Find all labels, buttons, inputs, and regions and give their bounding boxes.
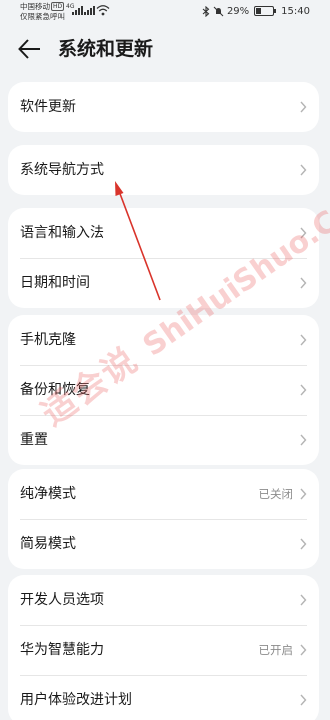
item-label: 语言和输入法 [20,225,104,241]
chevron-right-icon [300,434,307,446]
chevron-right-icon [300,384,307,396]
settings-group-4: 手机克隆 备份和恢复 重置 [8,315,319,465]
item-label: 软件更新 [20,99,76,115]
chevron-right-icon [300,277,307,289]
settings-item-phone-clone[interactable]: 手机克隆 [8,315,319,365]
item-label: 华为智慧能力 [20,642,104,658]
emergency-calls-text: 仅限紧急呼叫 [20,12,65,21]
item-status: 已关闭 [258,487,294,501]
item-status: 已开启 [258,643,294,657]
settings-item-developer-options[interactable]: 开发人员选项 [8,575,319,625]
battery-fill [256,8,261,14]
item-label: 手机克隆 [20,332,76,348]
item-label: 日期和时间 [20,275,90,291]
signal-icon-2 [84,5,95,15]
status-bar: 中国移动 HD 仅限紧急呼叫 4G 29% 15:40 [0,0,330,24]
chevron-right-icon [300,538,307,550]
chevron-right-icon [300,227,307,239]
page-title: 系统和更新 [58,38,154,60]
item-label: 备份和恢复 [20,382,90,398]
settings-item-pure-mode[interactable]: 纯净模式 已关闭 [8,469,319,519]
settings-item-simple-mode[interactable]: 简易模式 [8,519,319,569]
settings-item-date-time[interactable]: 日期和时间 [8,258,319,308]
chevron-right-icon [300,334,307,346]
settings-group-1: 软件更新 [8,82,319,132]
wifi-icon [96,5,110,16]
chevron-right-icon [300,164,307,176]
item-label: 简易模式 [20,536,76,552]
arrow-left-icon[interactable] [16,36,44,62]
settings-item-software-update[interactable]: 软件更新 [8,82,319,132]
chevron-right-icon [300,694,307,706]
chevron-right-icon [300,594,307,606]
item-label: 开发人员选项 [20,592,104,608]
chevron-right-icon [300,101,307,113]
chevron-right-icon [300,488,307,500]
mute-icon [213,6,224,16]
chevron-right-icon [300,644,307,656]
settings-group-5: 纯净模式 已关闭 简易模式 [8,469,319,569]
battery-percent: 29% [226,5,250,17]
carrier-name: 中国移动 [20,2,50,11]
status-right: 29% 15:40 [202,4,310,18]
settings-group-3: 语言和输入法 日期和时间 [8,208,319,308]
settings-item-huawei-smart[interactable]: 华为智慧能力 已开启 [8,625,319,675]
settings-item-language-input[interactable]: 语言和输入法 [8,208,319,258]
item-label: 用户体验改进计划 [20,692,132,708]
settings-item-reset[interactable]: 重置 [8,415,319,465]
settings-group-6: 开发人员选项 华为智慧能力 已开启 用户体验改进计划 [8,575,319,720]
settings-item-backup-restore[interactable]: 备份和恢复 [8,365,319,415]
header: 系统和更新 [0,24,330,74]
signal-icon [72,5,83,15]
bluetooth-icon [202,5,210,17]
settings-group-2: 系统导航方式 [8,145,319,195]
clock: 15:40 [281,5,310,17]
item-label: 纯净模式 [20,486,76,502]
battery-icon [254,6,277,16]
settings-item-system-navigation[interactable]: 系统导航方式 [8,145,319,195]
item-label: 重置 [20,432,48,448]
settings-item-user-experience[interactable]: 用户体验改进计划 [8,675,319,720]
item-label: 系统导航方式 [20,162,104,178]
hd-badge: HD [51,2,65,11]
carrier-info: 中国移动 HD 仅限紧急呼叫 [20,2,65,22]
